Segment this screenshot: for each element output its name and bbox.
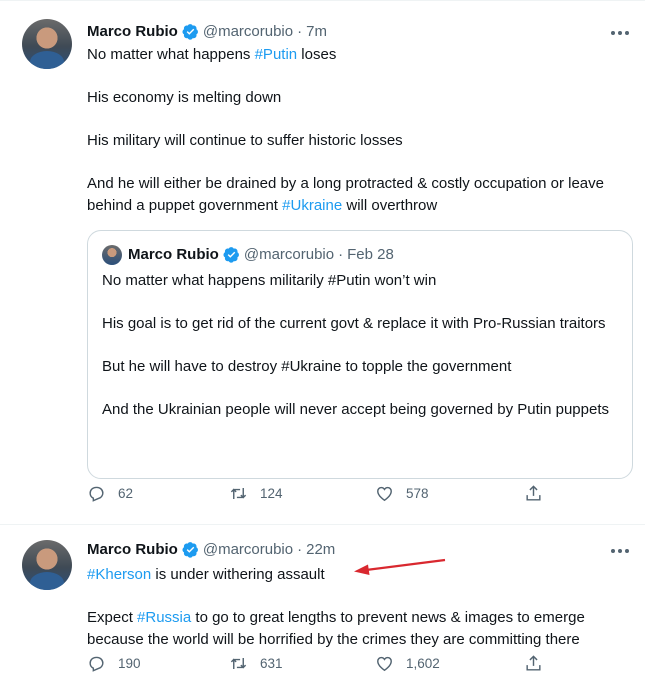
reply-count: 62	[118, 485, 134, 501]
verified-badge-icon	[182, 542, 198, 558]
verified-badge-icon	[182, 24, 198, 40]
tweet-text-span: No matter what happens	[87, 46, 255, 63]
author-handle[interactable]: @marcorubio	[203, 541, 293, 558]
share-button[interactable]	[524, 654, 555, 673]
tweet-paragraph: His military will continue to suffer his…	[87, 130, 637, 152]
tweet-paragraph: No matter what happens #Putin loses	[87, 44, 637, 66]
share-icon	[526, 654, 541, 671]
retweet-icon	[230, 657, 247, 669]
reply-icon	[89, 656, 104, 672]
tweet-paragraph: His economy is melting down	[87, 87, 637, 109]
like-count: 1,602	[406, 655, 440, 671]
tweet[interactable]: Marco Rubio @marcorubio · 22m #Kherson i…	[0, 525, 645, 689]
quoted-author-handle: @marcorubio	[243, 246, 335, 263]
hashtag-link[interactable]: #Russia	[137, 609, 191, 626]
retweet-button[interactable]: 124	[229, 484, 283, 503]
annotation-arrow	[354, 558, 446, 575]
author-handle[interactable]: @marcorubio	[203, 23, 293, 40]
tweet-time[interactable]: 7m	[306, 23, 327, 40]
like-button[interactable]: 1,602	[375, 654, 440, 673]
author-name[interactable]: Marco Rubio	[87, 541, 178, 558]
tweet-time[interactable]: 22m	[306, 541, 335, 558]
share-icon	[526, 484, 541, 501]
retweet-count: 631	[260, 655, 283, 671]
retweet-button[interactable]: 631	[229, 654, 283, 673]
verified-badge-icon	[223, 247, 239, 263]
like-icon	[377, 656, 392, 671]
tweet-header: Marco Rubio @marcorubio · 7m	[87, 23, 327, 40]
tweet[interactable]: Marco Rubio @marcorubio · 7m No matter w…	[0, 0, 645, 525]
quoted-paragraph: No matter what happens militarily #Putin…	[102, 272, 437, 289]
hashtag-link[interactable]: #Ukraine	[282, 197, 342, 214]
retweet-count: 124	[260, 485, 283, 501]
quoted-author-name: Marco Rubio	[128, 246, 219, 263]
retweet-icon	[230, 487, 247, 499]
tweet-text-span: Expect	[87, 609, 138, 626]
author-name[interactable]: Marco Rubio	[87, 23, 178, 40]
tweet-text-span: is under withering assault	[151, 566, 325, 583]
hashtag-link[interactable]: #Putin	[255, 46, 298, 63]
like-count: 578	[406, 485, 429, 501]
avatar[interactable]	[22, 540, 72, 590]
quoted-text: No matter what happens militarily #Putin…	[102, 270, 622, 421]
quoted-header: Marco Rubio @marcorubio · Feb 28	[128, 246, 394, 263]
quoted-tweet[interactable]: Marco Rubio @marcorubio · Feb 28 No matt…	[87, 230, 633, 479]
tweet-header: Marco Rubio @marcorubio · 22m	[87, 541, 335, 558]
reply-button[interactable]: 190	[87, 654, 141, 673]
separator-dot: ·	[297, 541, 303, 558]
separator-dot: ·	[297, 23, 303, 40]
like-button[interactable]: 578	[375, 484, 429, 503]
tweet-text-span: will overthrow	[342, 196, 438, 214]
quoted-paragraph: His goal is to get rid of the current go…	[102, 315, 606, 332]
quoted-paragraph: But he will have to destroy #Ukraine to …	[102, 358, 512, 375]
reply-icon	[89, 486, 104, 502]
reply-count: 190	[118, 655, 141, 671]
hashtag-link[interactable]: #Kherson	[87, 566, 151, 583]
tweet-text: #Kherson is under withering assault Expec…	[87, 564, 637, 650]
share-button[interactable]	[524, 484, 555, 503]
separator-dot: ·	[338, 246, 344, 263]
tweet-text: No matter what happens #Putin loses His e…	[87, 44, 637, 216]
quoted-paragraph: And the Ukrainian people will never acce…	[102, 401, 609, 418]
quoted-avatar	[102, 245, 122, 265]
reply-button[interactable]: 62	[87, 484, 133, 503]
like-icon	[377, 486, 392, 501]
more-icon[interactable]	[609, 23, 631, 43]
avatar[interactable]	[22, 19, 72, 69]
tweet-paragraph: And he will either be drained by a long …	[87, 173, 637, 216]
more-icon[interactable]	[609, 541, 631, 561]
tweet-paragraph: Expect #Russia to go to great lengths to…	[87, 607, 637, 650]
tweet-text-span: His economy is melting down	[87, 89, 282, 106]
tweet-text-span: His military will continue to suffer his…	[87, 132, 403, 149]
tweet-text-span: loses	[297, 46, 337, 63]
quoted-time: Feb 28	[347, 246, 394, 263]
